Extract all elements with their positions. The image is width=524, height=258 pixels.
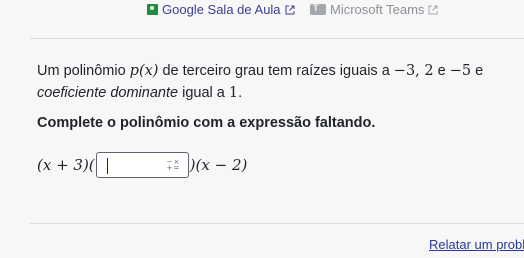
expression-right: )(x − 2)	[189, 156, 248, 174]
question-line-1: Um polinômio p(x) de terceiro grau tem r…	[37, 60, 483, 82]
question-text: igual a	[178, 85, 229, 101]
google-classroom-icon	[147, 4, 158, 15]
question-text: e	[433, 63, 450, 79]
divider-bottom	[30, 223, 524, 224]
external-link-icon	[285, 5, 295, 15]
top-bar: Google Sala de Aula Microsoft Teams	[0, 0, 524, 26]
polynomial-expression: (x + 3)( −× += )(x − 2)	[37, 148, 247, 182]
instruction-text: Complete o polinômio com a expressão fal…	[37, 115, 376, 131]
question-text: .	[238, 85, 243, 101]
google-classroom-label: Google Sala de Aula	[162, 2, 281, 17]
text-caret	[106, 158, 108, 174]
leading-coefficient-term: coeficiente dominante	[37, 85, 179, 101]
answer-input[interactable]: −× +=	[95, 152, 189, 178]
expression-left: (x + 3)(	[37, 156, 95, 174]
divider-top	[30, 38, 524, 39]
question-line-2: coeficiente dominante igual a 1.	[37, 82, 242, 104]
root-last: −5	[449, 63, 472, 79]
roots-text: −3, 2	[393, 63, 434, 79]
external-link-icon	[428, 5, 438, 15]
google-classroom-link[interactable]: Google Sala de Aula	[147, 2, 295, 17]
report-problem-link[interactable]: Relatar um problema	[429, 237, 524, 252]
leading-coefficient-value: 1	[228, 85, 239, 101]
question-text: e	[471, 63, 484, 79]
microsoft-teams-link[interactable]: Microsoft Teams	[310, 2, 438, 17]
question-text: Um polinômio	[37, 63, 130, 79]
microsoft-teams-icon	[310, 3, 326, 15]
math-keypad-icon[interactable]: −× +=	[167, 159, 180, 172]
microsoft-teams-label: Microsoft Teams	[330, 2, 425, 17]
question-text: de terceiro grau tem raízes iguais a	[158, 63, 394, 79]
polynomial-name: p(x)	[129, 63, 159, 79]
